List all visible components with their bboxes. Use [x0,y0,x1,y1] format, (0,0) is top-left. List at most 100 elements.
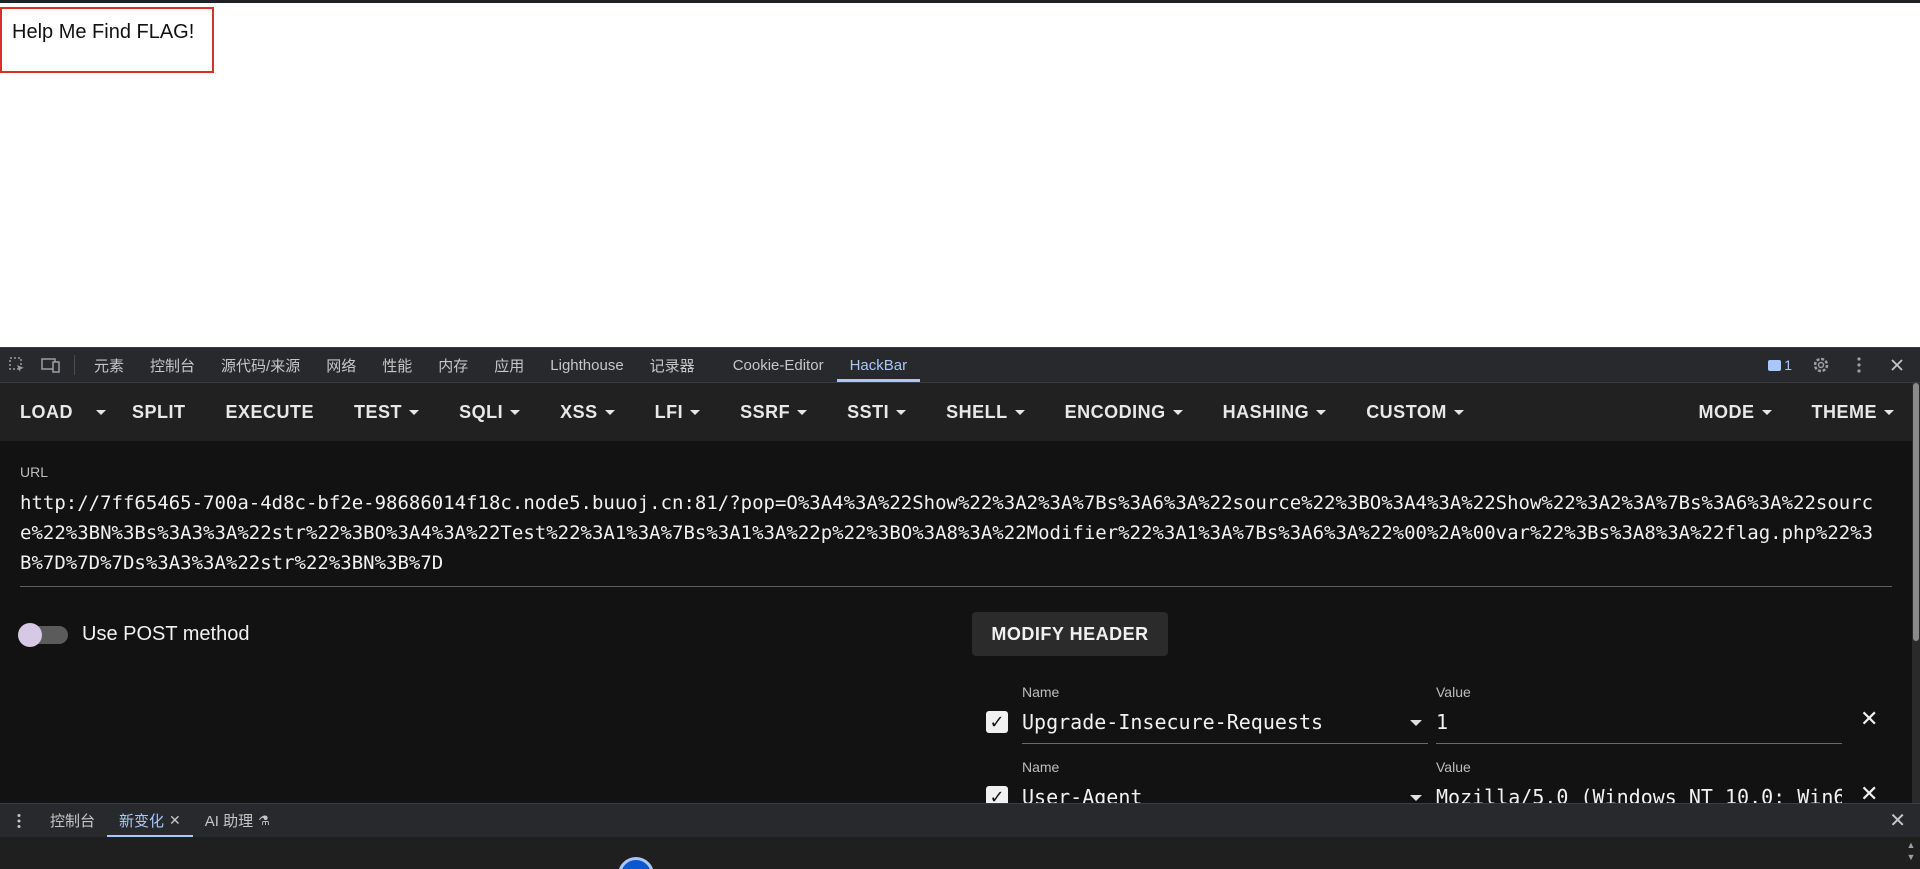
header-name-value: Upgrade-Insecure-Requests [1022,710,1324,734]
mode-menu-button[interactable]: MODE [1679,383,1792,441]
close-drawer-icon[interactable]: ✕ [1889,808,1920,833]
hashing-label: HASHING [1222,401,1310,422]
drawer-tab-label: 控制台 [50,813,96,830]
scrollbar-thumb[interactable] [1913,383,1919,641]
tab-recorder[interactable]: 记录器 [637,348,708,382]
more-options-icon[interactable] [1842,348,1876,382]
tab-cookie-editor[interactable]: Cookie-Editor [720,348,837,382]
post-switch[interactable] [18,622,68,647]
header-value-label: Value [1436,684,1471,700]
load-label: LOAD [20,401,73,422]
chevron-down-icon [409,409,420,415]
header-name-label: Name [1022,684,1060,700]
drawer-scroll-arrows[interactable]: ▲ ▼ [1904,839,1918,867]
drawer-menu-icon[interactable] [0,804,38,838]
hackbar-content: URL http://7ff65465-700a-4d8c-bf2e-98686… [0,441,1914,803]
header-value-input[interactable]: Mozilla/5.0 (Windows NT 10.0; Win64; x64… [1436,781,1842,803]
mode-label: MODE [1698,401,1755,422]
drawer-tabbar: 控制台 新变化 ✕ AI 助理 ⚗ ✕ [0,803,1920,838]
close-devtools-icon[interactable] [1880,348,1914,382]
header-value-input[interactable]: 1 [1436,706,1842,744]
url-label: URL [20,464,49,480]
tab-application[interactable]: 应用 [481,348,537,382]
issues-count: 1 [1784,357,1792,373]
header-enabled-checkbox[interactable]: ✓ [986,711,1008,733]
chevron-down-icon [96,409,106,415]
execute-label: EXECUTE [225,401,315,422]
theme-menu-button[interactable]: THEME [1792,383,1915,441]
header-row: ✓ Name Value User-Agent Mozilla/5.0 (Win… [972,755,1892,803]
split-button[interactable]: SPLIT [112,383,206,441]
switch-knob [18,622,42,647]
tab-console[interactable]: 控制台 [137,348,208,382]
message-icon [1768,359,1782,371]
shell-label: SHELL [946,401,1008,422]
chevron-down-icon [604,409,615,415]
tab-lighthouse[interactable]: Lighthouse [537,348,636,382]
shell-menu-button[interactable]: SHELL [926,383,1045,441]
test-label: TEST [354,401,403,422]
custom-menu-button[interactable]: CUSTOM [1346,383,1484,441]
ssti-menu-button[interactable]: SSTI [827,383,926,441]
remove-header-icon[interactable]: ✕ [1860,781,1878,803]
header-name-select[interactable]: Upgrade-Insecure-Requests [1022,706,1428,744]
sqli-label: SQLI [459,401,504,422]
remove-header-icon[interactable]: ✕ [1860,706,1878,732]
chevron-down-icon [1316,409,1327,415]
split-label: SPLIT [132,401,186,422]
drawer-tab-label: AI 助理 [204,813,254,830]
header-value-label: Value [1436,759,1471,775]
modify-header-button[interactable]: MODIFY HEADER [972,612,1168,656]
divider [74,355,75,375]
chevron-down-icon [1761,409,1772,415]
tab-sources[interactable]: 源代码/来源 [208,348,313,382]
drawer-body [0,837,1920,869]
url-textarea[interactable]: http://7ff65465-700a-4d8c-bf2e-98686014f… [20,488,1892,587]
tab-performance[interactable]: 性能 [369,348,425,382]
tab-hackbar[interactable]: HackBar [836,348,921,382]
encoding-menu-button[interactable]: ENCODING [1045,383,1203,441]
hashing-menu-button[interactable]: HASHING [1203,383,1347,441]
chevron-down-icon [1014,409,1025,415]
encoding-label: ENCODING [1064,401,1166,422]
close-tab-icon[interactable]: ✕ [169,812,181,829]
tab-network[interactable]: 网络 [313,348,369,382]
load-dropdown-button[interactable] [87,383,112,441]
ssti-label: SSTI [847,401,890,422]
drawer-tab-changes[interactable]: 新变化 ✕ [107,804,193,838]
execute-button[interactable]: EXECUTE [206,383,335,441]
drawer-tab-console[interactable]: 控制台 [38,804,107,838]
tab-memory[interactable]: 内存 [425,348,481,382]
flask-icon: ⚗ [258,812,270,828]
chevron-down-icon [797,409,808,415]
xss-menu-button[interactable]: XSS [540,383,635,441]
tab-elements[interactable]: 元素 [81,348,137,382]
sqli-menu-button[interactable]: SQLI [439,383,540,441]
inspect-element-icon[interactable] [0,348,34,382]
chevron-down-icon [1884,409,1894,415]
chevron-down-icon [510,409,521,415]
gear-icon[interactable] [1804,348,1838,382]
ssrf-label: SSRF [740,401,791,422]
device-toolbar-icon[interactable] [34,348,68,382]
chevron-down-icon [1410,795,1422,801]
lfi-menu-button[interactable]: LFI [635,383,721,441]
post-method-toggle[interactable]: Use POST method [18,622,249,647]
hackbar-scrollbar[interactable] [1912,383,1920,803]
drawer-tab-ai-assistant[interactable]: AI 助理 ⚗ [193,804,282,838]
custom-label: CUSTOM [1366,401,1447,422]
chevron-down-icon [1410,720,1422,726]
chevron-down-icon [1453,409,1464,415]
drawer-tab-label: 新变化 [119,813,165,830]
ssrf-menu-button[interactable]: SSRF [720,383,827,441]
test-menu-button[interactable]: TEST [334,383,439,441]
xss-label: XSS [560,401,598,422]
page-viewport: Help Me Find FLAG! [0,0,1920,347]
issues-badge[interactable]: 1 [1760,357,1800,373]
devtools-tabbar: 元素 控制台 源代码/来源 网络 性能 内存 应用 Lighthouse 记录器… [0,347,1920,383]
load-button[interactable]: LOAD [0,383,87,441]
lfi-label: LFI [654,401,684,422]
header-name-select[interactable]: User-Agent [1022,781,1428,803]
header-enabled-checkbox[interactable]: ✓ [986,786,1008,803]
changes-icon [618,857,654,869]
